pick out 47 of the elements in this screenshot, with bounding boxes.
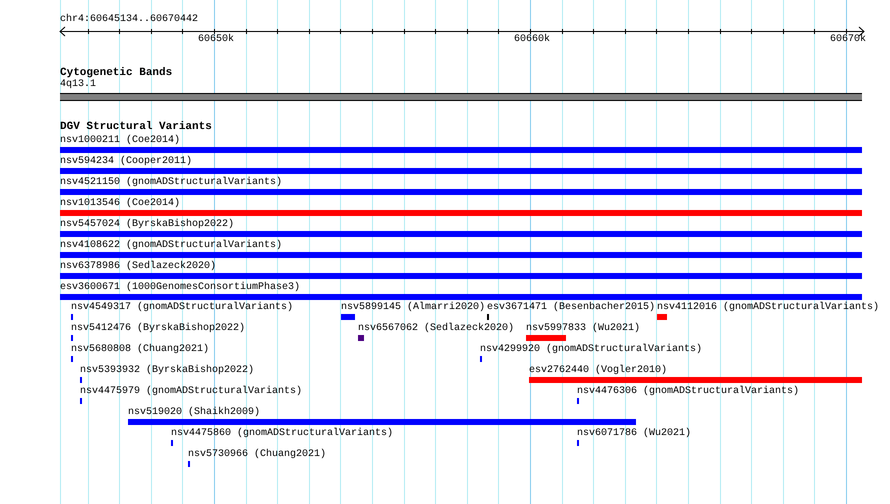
- variant-bar[interactable]: [526, 335, 566, 341]
- variant-label: nsv5393932 (ByrskaBishop2022): [80, 365, 254, 376]
- variant-label: nsv6567062 (Sedlazeck2020): [358, 323, 514, 334]
- variant-label: nsv5730966 (Chuang2021): [188, 449, 326, 460]
- variant-bar[interactable]: [529, 377, 862, 383]
- variant-label: nsv5457024 (ByrskaBishop2022): [60, 219, 234, 230]
- variant-label: nsv519020 (Shaikh2009): [128, 407, 260, 418]
- variant-bar[interactable]: [358, 335, 364, 341]
- variant-bar[interactable]: [128, 419, 636, 425]
- variant-label: nsv5899145 (Almarri2020): [341, 302, 486, 313]
- variant-label: nsv4108622 (gnomADStructuralVariants): [60, 240, 282, 251]
- band-bar[interactable]: [60, 93, 862, 101]
- variant-bar[interactable]: [60, 252, 862, 258]
- variant-bar[interactable]: [60, 231, 862, 237]
- variant-label: nsv4549317 (gnomADStructuralVariants): [71, 302, 294, 313]
- variant-label: nsv594234 (Cooper2011): [60, 156, 192, 167]
- variant-label: nsv1000211 (Coe2014): [60, 135, 180, 146]
- variant-label: esv3600671 (1000GenomesConsortiumPhase3): [60, 282, 300, 293]
- variant-label: nsv4475979 (gnomADStructuralVariants): [80, 386, 302, 397]
- variant-bar[interactable]: [60, 273, 862, 279]
- track-title: Cytogenetic Bands: [60, 67, 172, 79]
- variant-label: nsv4112016 (gnomADStructuralVariants): [657, 302, 880, 313]
- variant-label: nsv4476306 (gnomADStructuralVariants): [577, 386, 800, 397]
- variant-label: nsv4299920 (gnomADStructuralVariants): [480, 344, 702, 355]
- variant-label: nsv5412476 (ByrskaBishop2022): [71, 323, 246, 334]
- variant-label: nsv6378986 (Sedlazeck2020): [60, 261, 216, 272]
- variant-label: nsv4521150 (gnomADStructuralVariants): [60, 177, 282, 188]
- track-title: DGV Structural Variants: [60, 121, 212, 133]
- variant-label: nsv4475860 (gnomADStructuralVariants): [171, 428, 394, 439]
- ruler-tick-label: 60670k: [830, 34, 866, 46]
- variant-label: nsv1013546 (Coe2014): [60, 198, 180, 209]
- ruler-tick-label: 60650k: [198, 34, 234, 46]
- variant-bar[interactable]: [60, 147, 862, 153]
- location-label: chr4:60645134..60670442: [60, 14, 198, 26]
- variant-bar[interactable]: [60, 210, 862, 216]
- variant-label: nsv5680808 (Chuang2021): [71, 344, 210, 355]
- variant-label: esv2762440 (Vogler2010): [529, 365, 668, 376]
- ruler-tick-label: 60660k: [514, 34, 550, 46]
- variant-bar[interactable]: [657, 314, 667, 320]
- variant-label: esv3671471 (Besenbacher2015): [487, 302, 656, 313]
- variant-label: nsv5997833 (Wu2021): [526, 323, 640, 334]
- variant-bar[interactable]: [60, 168, 862, 174]
- variant-bar[interactable]: [60, 189, 862, 195]
- variant-label: nsv6071786 (Wu2021): [577, 428, 692, 439]
- variant-bar[interactable]: [341, 314, 355, 320]
- variant-bar[interactable]: [60, 294, 862, 300]
- band-label: 4q13.1: [60, 79, 96, 91]
